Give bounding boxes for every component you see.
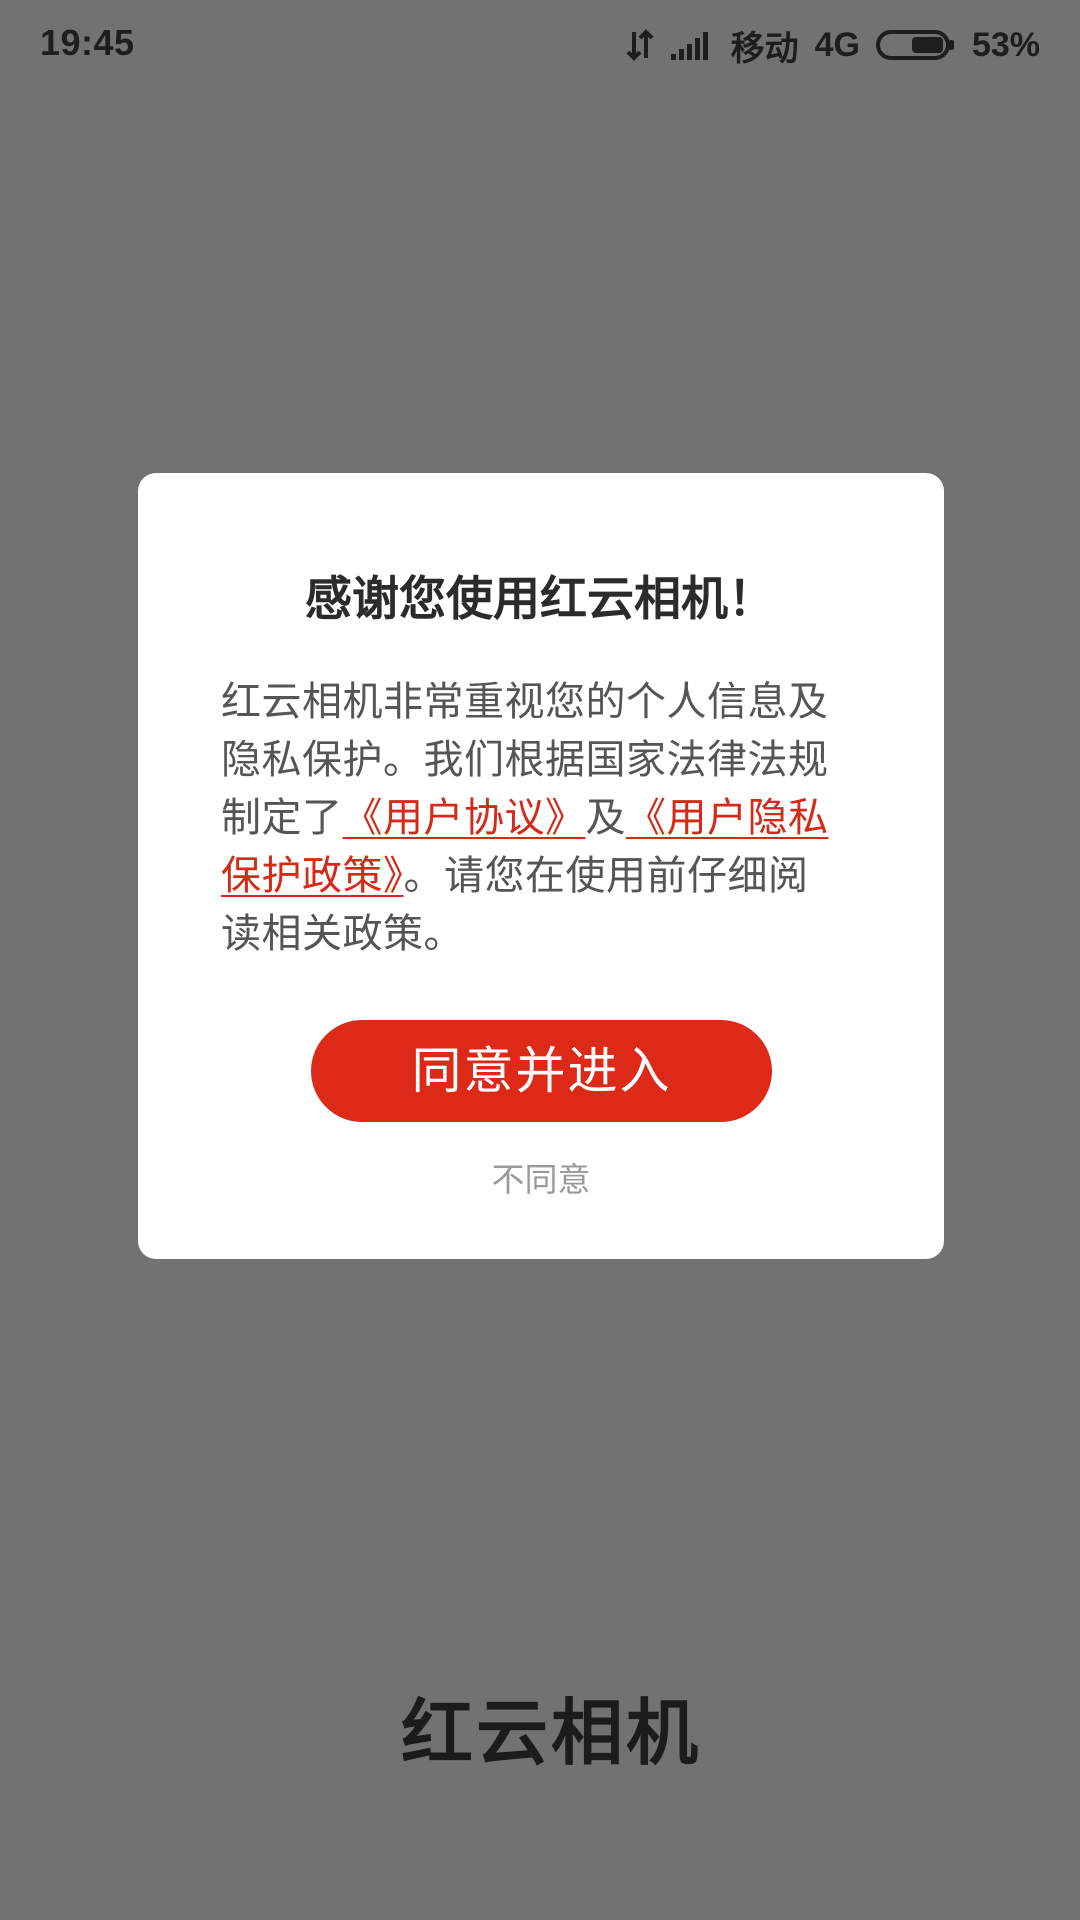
status-bar: 19:45 移动 4G 53% — [0, 0, 1080, 92]
disagree-button[interactable]: 不同意 — [440, 1155, 642, 1205]
status-indicators: 移动 4G 53% — [625, 22, 1040, 68]
body-text-and: 及 — [585, 795, 626, 841]
user-agreement-link[interactable]: 《用户协议》 — [343, 795, 586, 841]
status-time: 19:45 — [40, 22, 135, 63]
dialog-title: 感谢您使用红云相机！ — [305, 572, 775, 627]
data-transfer-icon — [625, 28, 655, 62]
network-type: 4G — [814, 25, 860, 64]
carrier-name: 移动 — [730, 29, 799, 68]
battery-percent: 53% — [971, 25, 1040, 64]
battery-icon — [875, 29, 956, 61]
agree-and-enter-button[interactable]: 同意并进入 — [311, 1020, 772, 1122]
signal-icon — [670, 30, 715, 60]
screen: 19:45 移动 4G 53% 感谢您使用红云相机！ 红云相机非常重视您的个人信… — [0, 0, 1080, 1920]
app-name-title: 红云相机 — [400, 1691, 701, 1775]
dialog-body: 红云相机非常重视您的个人信息及隐私保护。我们根据国家法律法规制定了《用户协议》及… — [221, 673, 833, 963]
